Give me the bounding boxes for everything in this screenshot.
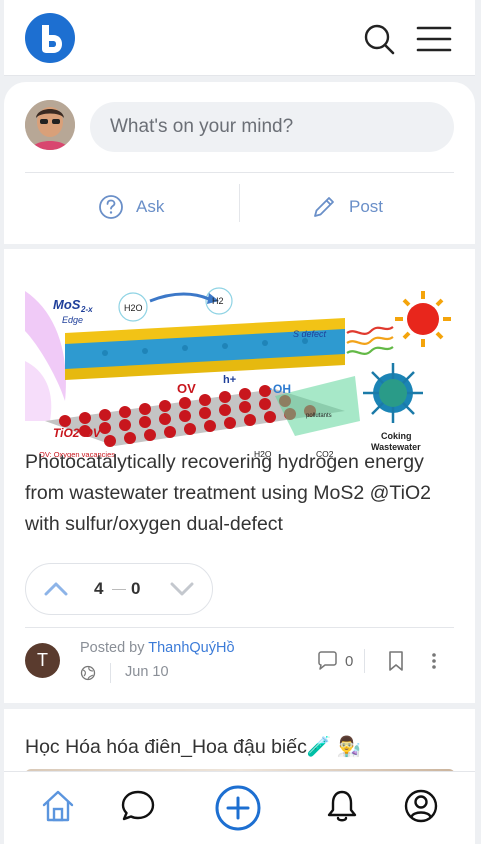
image-label-mos2-sub: 2-x xyxy=(80,305,93,314)
question-circle-icon xyxy=(99,195,123,219)
vote-separator xyxy=(112,589,126,590)
icon-separator xyxy=(364,649,365,673)
notification-bell-icon[interactable] xyxy=(324,788,360,824)
post-button[interactable]: Post xyxy=(311,182,383,232)
whats-on-your-mind-input[interactable] xyxy=(90,102,454,152)
pencil-icon xyxy=(314,197,334,217)
top-bar xyxy=(4,0,475,76)
image-label-h-plus: h+ xyxy=(223,374,236,386)
composer-divider xyxy=(25,172,454,173)
home-icon[interactable] xyxy=(40,788,76,824)
image-label-h2o-top: H2O xyxy=(124,303,143,313)
image-label-h2: H2 xyxy=(212,296,224,306)
comment-button[interactable]: 0 xyxy=(315,649,353,673)
image-label-oh: ·OH xyxy=(269,382,291,396)
post-image[interactable]: MoS 2-x Edge H2O H2 S defect OV h+ ·OH T… xyxy=(25,271,455,461)
app-logo[interactable] xyxy=(25,13,75,63)
image-label-coking: Coking xyxy=(381,431,412,441)
comment-count: 0 xyxy=(345,652,354,670)
downvote-count: 0 xyxy=(131,579,141,598)
image-label-mos2: MoS xyxy=(53,297,81,312)
app-frame: Ask Post xyxy=(4,0,475,844)
feed-post: MoS 2-x Edge H2O H2 S defect OV h+ ·OH T… xyxy=(4,249,475,703)
globe-icon xyxy=(80,665,96,681)
image-label-ov: OV xyxy=(177,381,196,396)
upvote-arrow-icon[interactable] xyxy=(44,578,68,600)
post-divider xyxy=(25,627,454,628)
downvote-arrow-icon[interactable] xyxy=(170,578,194,600)
author-link[interactable]: ThanhQuýHồ xyxy=(148,640,234,656)
profile-icon[interactable] xyxy=(403,788,439,824)
user-avatar[interactable] xyxy=(25,100,75,150)
bookmark-icon[interactable] xyxy=(385,649,407,673)
image-label-pollutants: pollutants xyxy=(306,413,332,419)
vote-control: 4 0 xyxy=(25,563,213,615)
post-title[interactable]: Photocatalytically recovering hydrogen e… xyxy=(25,447,465,540)
meta-separator xyxy=(110,663,111,683)
create-plus-icon[interactable] xyxy=(214,784,262,832)
search-icon[interactable] xyxy=(362,22,396,56)
bottom-navigation xyxy=(4,771,475,844)
hamburger-menu-icon[interactable] xyxy=(416,24,452,54)
ask-button[interactable]: Ask xyxy=(98,182,164,232)
posted-by-prefix: Posted by xyxy=(80,640,149,656)
more-options-icon[interactable] xyxy=(429,649,439,673)
post-composer: Ask Post xyxy=(4,82,475,244)
image-label-edge: Edge xyxy=(62,315,83,325)
posted-by: Posted by ThanhQuýHồ xyxy=(80,640,235,656)
action-separator xyxy=(239,184,240,222)
post-date: Jun 10 xyxy=(125,664,169,680)
post-label: Post xyxy=(349,197,384,216)
image-label-s-defect: S defect xyxy=(293,329,327,339)
ask-label: Ask xyxy=(136,197,165,216)
post-title[interactable]: Học Hóa hóa điên_Hoa đậu biếc🧪 👨‍🔬 xyxy=(25,735,361,759)
chat-bubble-icon[interactable] xyxy=(120,788,156,824)
image-label-tio2: TiO2-OV xyxy=(53,426,102,440)
author-avatar[interactable]: T xyxy=(25,643,60,678)
comment-icon xyxy=(318,651,337,670)
upvote-count: 4 xyxy=(94,579,104,598)
